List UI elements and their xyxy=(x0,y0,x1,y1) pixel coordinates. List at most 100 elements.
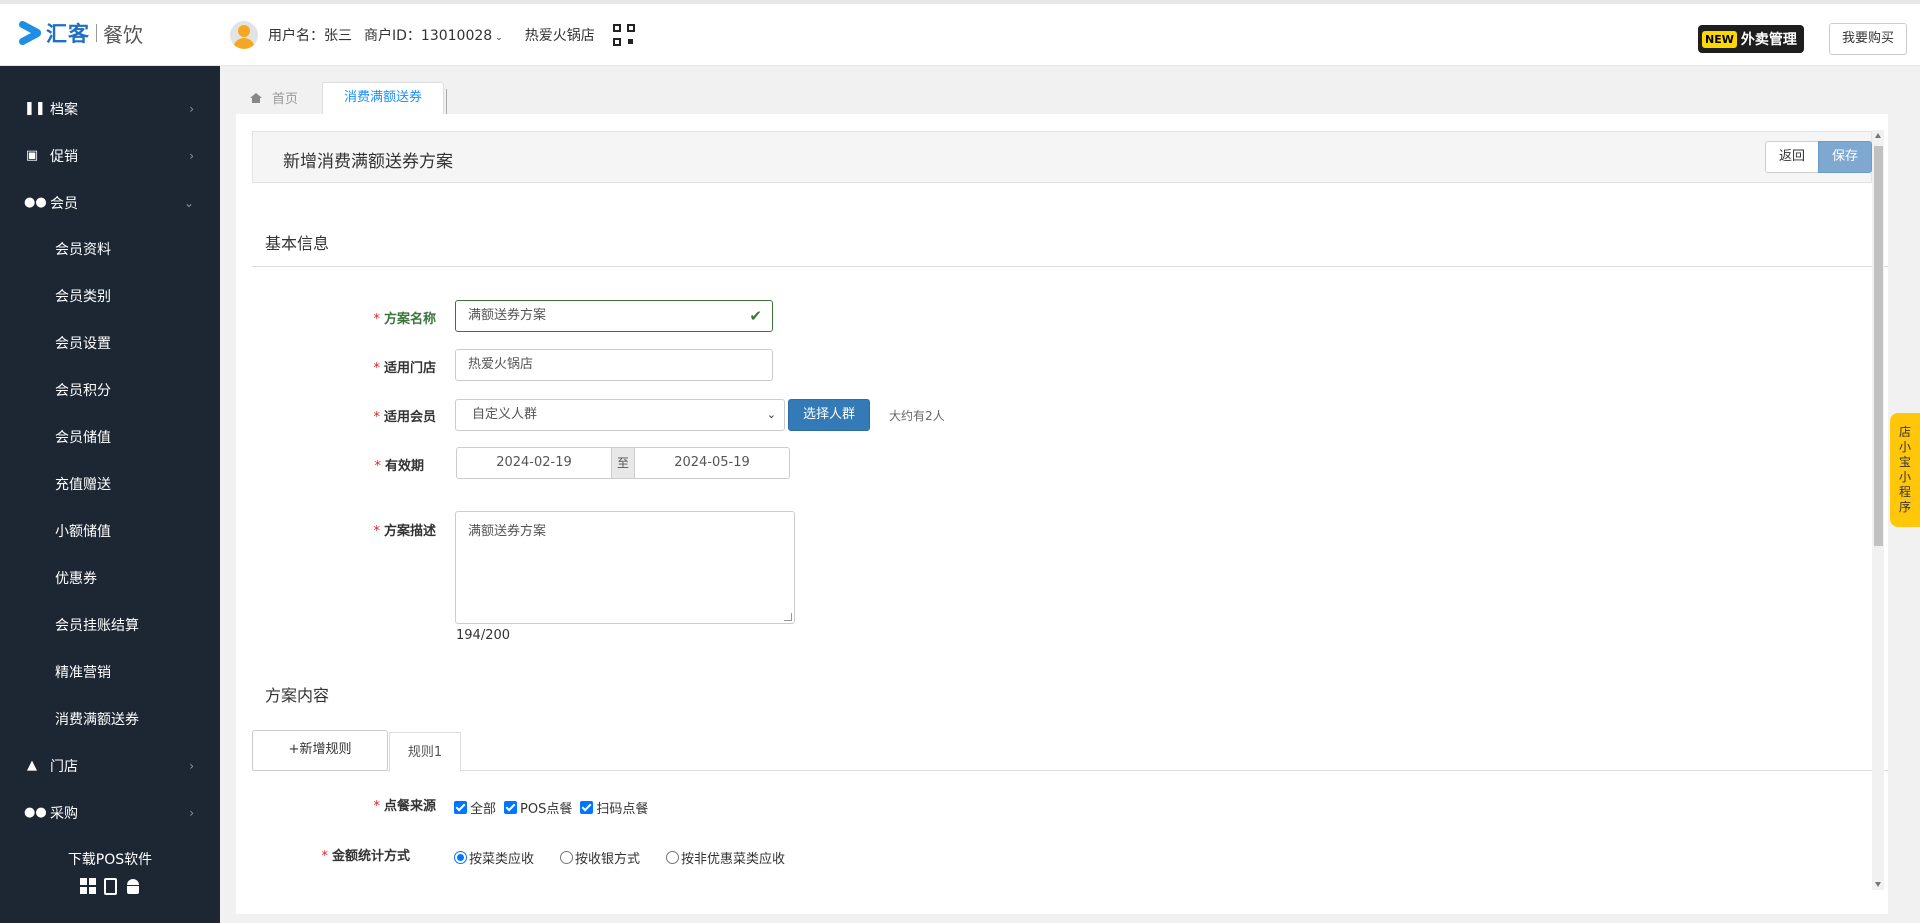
chevron-down-icon: ⌄ xyxy=(495,33,503,43)
download-pos-link[interactable]: 下载POS软件 xyxy=(0,849,220,869)
users-icon: ●● xyxy=(24,195,47,210)
resize-grip-icon[interactable] xyxy=(784,613,792,621)
sidebar-subitem-spend-coupon[interactable]: 消费满额送券 xyxy=(55,709,139,729)
buy-button[interactable]: 我要购买 xyxy=(1829,23,1907,55)
float-tab-label: 店小宝小程序 xyxy=(1898,425,1911,514)
description-textarea[interactable]: 满额送券方案 xyxy=(455,511,795,624)
sidebar-subitem-coupons[interactable]: 优惠券 xyxy=(55,568,97,588)
tab-spend-coupon[interactable]: 消费满额送券 xyxy=(322,82,447,115)
check-icon: ✔ xyxy=(749,307,762,325)
date-end-input[interactable]: 2024-05-19 xyxy=(635,448,789,478)
qrcode-icon[interactable] xyxy=(612,24,635,46)
checkbox-scan[interactable] xyxy=(580,801,594,814)
sidebar-subitem-precision-marketing[interactable]: 精准营销 xyxy=(55,662,111,682)
basic-info-title: 基本信息 xyxy=(265,234,330,253)
sidebar-item-purchase[interactable]: ●● 采购 › xyxy=(0,789,220,836)
mini-program-float-tab[interactable]: 店小宝小程序 xyxy=(1890,413,1920,527)
sidebar-subitem-member-settings[interactable]: 会员设置 xyxy=(55,333,111,353)
brand-sub: 餐饮 xyxy=(103,22,143,47)
brand-logo[interactable]: 汇客 餐饮 xyxy=(17,19,143,47)
checkbox-label: 全部 xyxy=(470,802,497,817)
plan-name-label: * 方案名称 xyxy=(373,312,436,327)
store-name: 热爱火锅店 xyxy=(524,28,595,44)
store-label: * 适用门店 xyxy=(373,361,436,376)
utensils-icon: ❚❚ xyxy=(24,101,46,116)
sidebar-item-promotion[interactable]: ▣ 促销 › xyxy=(0,132,220,179)
date-start-input[interactable]: 2024-02-19 xyxy=(457,448,611,478)
scroll-up-icon[interactable] xyxy=(1875,133,1881,138)
sidebar-subitem-recharge-gift[interactable]: 充值赠送 xyxy=(55,474,111,494)
radio-by-payment[interactable] xyxy=(560,851,574,864)
scroll-down-icon[interactable] xyxy=(1875,882,1881,887)
username-label: 用户名：张三 xyxy=(268,28,352,44)
back-button[interactable]: 返回 xyxy=(1765,141,1819,173)
os-icons xyxy=(0,878,220,895)
store-input[interactable]: 热爱火锅店 xyxy=(455,349,773,381)
store-value: 热爱火锅店 xyxy=(468,357,534,372)
tab-rule-1[interactable]: 规则1 xyxy=(389,732,461,772)
content-panel: 新增消费满额送券方案 返回 保存 基本信息 * 方案名称 满额送券方案 ✔ * 适用… xyxy=(236,114,1888,914)
date-separator: 至 xyxy=(611,448,635,478)
sidebar-subitem-member-deposit[interactable]: 会员储值 xyxy=(55,427,111,447)
sidebar-item-member[interactable]: ●● 会员 ⌄ xyxy=(0,179,220,226)
sidebar-subitem-member-profile[interactable]: 会员资料 xyxy=(55,239,111,259)
brand-name: 汇客 xyxy=(46,22,90,46)
sidebar-subitem-small-deposit[interactable]: 小额储值 xyxy=(55,521,111,541)
tab-home[interactable]: 首页 xyxy=(250,88,298,107)
checkbox-pos[interactable] xyxy=(504,801,518,814)
select-crowd-button[interactable]: 选择人群 xyxy=(788,399,870,431)
order-source-checkboxes: 全部 POS点餐 扫码点餐 xyxy=(454,798,656,817)
sidebar-item-label: 会员 xyxy=(50,195,78,212)
sidebar-item-archive[interactable]: ❚❚ 档案 › xyxy=(0,85,220,132)
add-rule-button[interactable]: +新增规则 xyxy=(252,730,388,771)
member-select-value: 自定义人群 xyxy=(472,407,538,422)
radio-label: 按收银方式 xyxy=(575,852,641,867)
chevron-right-icon: › xyxy=(189,758,194,773)
scroll-thumb[interactable] xyxy=(1874,146,1883,546)
page-title: 新增消费满额送券方案 xyxy=(283,152,453,172)
sidebar-item-store[interactable]: ▲ 门店 › xyxy=(0,742,220,789)
chevron-right-icon: › xyxy=(189,101,194,116)
sidebar-item-label: 采购 xyxy=(50,805,78,822)
plan-content-title: 方案内容 xyxy=(265,686,330,705)
tab-home-label: 首页 xyxy=(272,92,299,107)
logo-mark-icon xyxy=(17,19,43,47)
plan-name-value: 满额送券方案 xyxy=(468,308,547,323)
tablet-icon[interactable] xyxy=(103,878,117,895)
page-header: 新增消费满额送券方案 返回 保存 xyxy=(252,131,1872,183)
plan-name-input[interactable]: 满额送券方案 ✔ xyxy=(455,300,773,332)
checkbox-label: 扫码点餐 xyxy=(596,802,649,817)
sidebar-item-label: 促销 xyxy=(50,148,78,165)
checkbox-all[interactable] xyxy=(454,801,467,814)
save-button[interactable]: 保存 xyxy=(1818,141,1872,173)
radio-by-dish[interactable] xyxy=(454,851,467,864)
radio-label: 按非优惠菜类应收 xyxy=(681,852,786,867)
radio-by-non-discount[interactable] xyxy=(666,851,680,864)
sidebar-subitem-member-points[interactable]: 会员积分 xyxy=(55,380,111,400)
sidebar-item-label: 门店 xyxy=(50,758,78,775)
member-select[interactable]: 自定义人群 ⌄ xyxy=(455,399,785,431)
windows-icon[interactable] xyxy=(79,878,96,894)
divider xyxy=(252,266,1888,267)
order-source-label: * 点餐来源 xyxy=(373,799,436,814)
sidebar-subitem-credit-settlement[interactable]: 会员挂账结算 xyxy=(55,615,139,635)
chevron-right-icon: › xyxy=(189,805,194,820)
approx-count: 大约有2人 xyxy=(889,409,945,423)
users-icon: ●● xyxy=(24,805,47,820)
amount-stat-label: * 金额统计方式 xyxy=(321,849,410,864)
logo-divider xyxy=(96,24,97,42)
content-scrollbar[interactable] xyxy=(1872,130,1884,890)
takeout-management-button[interactable]: NEW 外卖管理 xyxy=(1698,25,1804,53)
sidebar: ❚❚ 档案 › ▣ 促销 › ●● 会员 ⌄ 会员资料 会员类别 会员设置 会员… xyxy=(0,66,220,923)
merchant-id-dropdown[interactable]: 商户ID：13010028 ⌄ xyxy=(364,25,503,45)
merchant-id-label: 商户ID：13010028 xyxy=(364,28,493,44)
android-icon[interactable] xyxy=(125,878,141,894)
chevron-down-icon: ⌄ xyxy=(766,408,776,421)
sidebar-subitem-member-category[interactable]: 会员类别 xyxy=(55,286,111,306)
new-badge: NEW xyxy=(1702,30,1737,48)
amount-stat-radios: 按菜类应收 按收银方式 按非优惠菜类应收 xyxy=(454,848,811,867)
avatar[interactable] xyxy=(230,21,258,49)
rule-tabs: +新增规则 规则1 xyxy=(252,730,1888,772)
sidebar-item-label: 档案 xyxy=(50,101,78,118)
top-header: 汇客 餐饮 用户名：张三 商户ID：13010028 ⌄ 热爱火锅店 NEW 外卖… xyxy=(0,0,1920,66)
